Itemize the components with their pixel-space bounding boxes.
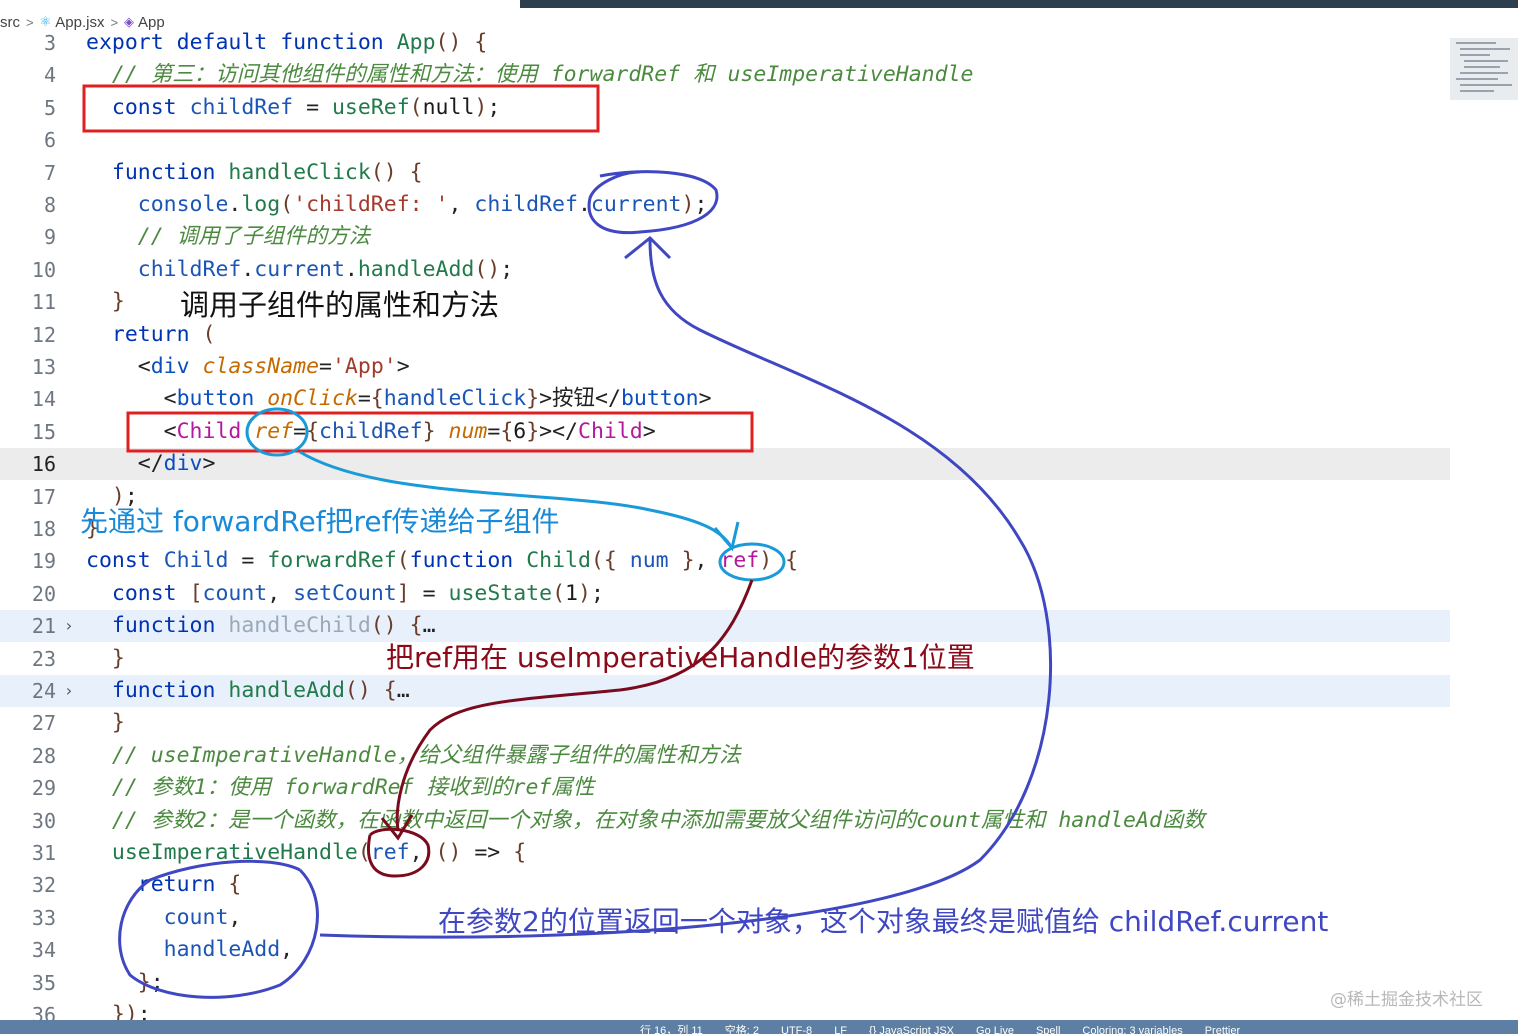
code-line[interactable]: 29 // 参数1：使用 forwardRef 接收到的ref属性 — [0, 772, 1450, 804]
code-text: // useImperativeHandle，给父组件暴露子组件的属性和方法 — [111, 742, 741, 768]
code-line[interactable]: 28 // useImperativeHandle，给父组件暴露子组件的属性和方… — [0, 740, 1450, 772]
line-number: 34 — [31, 938, 56, 963]
line-number: 24 — [31, 679, 56, 703]
code-line[interactable]: 9 // 调用了子组件的方法 — [0, 221, 1450, 253]
annotation-param1: 把ref用在 useImperativeHandle的参数1位置 — [386, 641, 975, 674]
line-number: 17 — [31, 484, 56, 509]
fold-chevron-icon[interactable]: › — [64, 675, 74, 707]
line-number: 5 — [43, 95, 56, 120]
line-number: 11 — [31, 290, 56, 315]
code-text: // 第三：访问其他组件的属性和方法：使用 forwardRef 和 useIm… — [111, 62, 974, 88]
code-line[interactable]: 8 console.log('childRef: ', childRef.cur… — [0, 189, 1450, 221]
code-line[interactable]: 14 <button onClick={handleClick}>按钮</but… — [0, 383, 1450, 415]
status-item[interactable]: Prettier — [1205, 1020, 1240, 1034]
watermark: @稀土掘金技术社区 — [1330, 990, 1483, 1010]
code-text: function handleAdd() {… — [111, 678, 410, 703]
code-text: console.log('childRef: ', childRef.curre… — [137, 192, 708, 217]
status-item[interactable]: 行 16，列 11 — [640, 1020, 703, 1034]
code-text: const [count, setCount] = useState(1); — [111, 580, 604, 606]
status-item[interactable]: UTF-8 — [781, 1020, 812, 1034]
line-number: 10 — [31, 257, 56, 282]
annotation-call-child: 调用子组件的属性和方法 — [180, 288, 500, 322]
code-text: count, — [163, 904, 242, 930]
annotation-forwardref: 先通过 forwardRef把ref传递给子组件 — [80, 505, 560, 538]
annotation-param2: 在参数2的位置返回一个对象，这个对象最终是赋值给 childRef.curren… — [438, 905, 1329, 938]
code-text: } — [111, 710, 125, 736]
code-line[interactable]: 20 const [count, setCount] = useState(1)… — [0, 578, 1450, 610]
code-text: } — [111, 289, 125, 315]
code-line[interactable]: 16 </div> — [0, 448, 1450, 481]
line-number: 4 — [43, 63, 56, 88]
status-bar: 行 16，列 11 空格: 2 UTF-8 LF {} JavaScript JSX Go… — [0, 1020, 1518, 1034]
code-text: <button onClick={handleClick}>按钮</button… — [86, 386, 712, 412]
code-text: childRef.current.handleAdd(); — [137, 256, 514, 282]
code-text: </div> — [86, 451, 216, 477]
status-item[interactable]: LF — [834, 1020, 847, 1034]
line-number: 9 — [43, 225, 56, 250]
code-line[interactable]: 7 function handleClick() { — [0, 157, 1450, 189]
code-text: // 参数1：使用 forwardRef 接收到的ref属性 — [111, 775, 595, 801]
line-number: 6 — [43, 128, 56, 153]
status-item[interactable]: Go Live — [976, 1020, 1014, 1034]
line-number: 30 — [31, 808, 56, 833]
line-number: 14 — [31, 387, 56, 412]
code-line[interactable]: 13 <div className='App'> — [0, 351, 1450, 383]
line-number: 21 — [31, 614, 56, 639]
code-text: function handleChild() {… — [111, 613, 436, 639]
line-number: 12 — [31, 322, 56, 347]
code-line[interactable]: 32 return { — [0, 869, 1450, 901]
code-text: return { — [137, 872, 242, 898]
line-number: 33 — [31, 905, 56, 930]
line-number: 35 — [31, 970, 56, 995]
code-line[interactable]: 6 — [0, 124, 1450, 156]
line-number: 27 — [31, 711, 56, 736]
code-text: const Child = forwardRef(function Child(… — [86, 548, 799, 574]
title-bar-strip — [520, 0, 1518, 8]
code-line[interactable]: 19 const Child = forwardRef(function Chil… — [0, 545, 1450, 577]
status-item[interactable]: {} JavaScript JSX — [869, 1020, 954, 1034]
line-number: 19 — [31, 549, 56, 574]
line-number: 13 — [31, 355, 56, 379]
fold-chevron-icon[interactable]: › — [64, 610, 74, 642]
code-line[interactable]: 35 }; — [0, 967, 1450, 999]
code-text: // 参数2：是一个函数，在函数中返回一个对象，在对象中添加需要放父组件访问的c… — [111, 807, 1205, 833]
line-number: 3 — [43, 31, 56, 55]
code-line[interactable]: 30 // 参数2：是一个函数，在函数中返回一个对象，在对象中添加需要放父组件访… — [0, 805, 1450, 837]
line-number: 16 — [31, 452, 56, 477]
code-text: useImperativeHandle(ref, () => { — [111, 840, 527, 865]
code-text: function handleClick() { — [111, 159, 423, 185]
line-number: 28 — [31, 743, 56, 768]
line-number: 15 — [31, 419, 56, 444]
status-item[interactable]: 空格: 2 — [725, 1020, 759, 1034]
line-number: 20 — [31, 581, 56, 606]
line-number: 32 — [31, 873, 56, 898]
code-text: <div className='App'> — [86, 354, 410, 379]
code-text: const childRef = useRef(null); — [111, 94, 501, 120]
code-line[interactable]: 5 const childRef = useRef(null); — [0, 92, 1450, 124]
code-text: <Child ref={childRef} num={6}></Child> — [86, 418, 656, 444]
code-line[interactable]: 27 } — [0, 707, 1450, 739]
code-line[interactable]: 31 useImperativeHandle(ref, () => { — [0, 837, 1450, 869]
code-line[interactable]: 4 // 第三：访问其他组件的属性和方法：使用 forwardRef 和 use… — [0, 59, 1450, 91]
code-line[interactable]: 24 › function handleAdd() {… — [0, 675, 1450, 707]
code-line[interactable]: 3 export default function App() { — [0, 27, 1450, 59]
code-text: // 调用了子组件的方法 — [137, 224, 371, 250]
code-line[interactable]: 10 childRef.current.handleAdd(); — [0, 254, 1450, 286]
code-text: handleAdd, — [163, 937, 294, 963]
status-item[interactable]: Spell — [1036, 1020, 1060, 1034]
code-line[interactable]: 15 <Child ref={childRef} num={6}></Child… — [0, 416, 1450, 448]
minimap[interactable] — [1450, 38, 1518, 100]
code-text: } — [111, 645, 125, 671]
line-number: 8 — [43, 193, 56, 217]
line-number: 7 — [43, 160, 56, 185]
line-number: 18 — [31, 517, 56, 541]
code-text: export default function App() { — [86, 30, 488, 55]
line-number: 29 — [31, 776, 56, 801]
line-number: 31 — [31, 841, 56, 865]
line-number: 23 — [31, 646, 56, 671]
status-item[interactable]: Coloring: 3 variables — [1082, 1020, 1182, 1034]
code-text: }; — [137, 969, 164, 995]
